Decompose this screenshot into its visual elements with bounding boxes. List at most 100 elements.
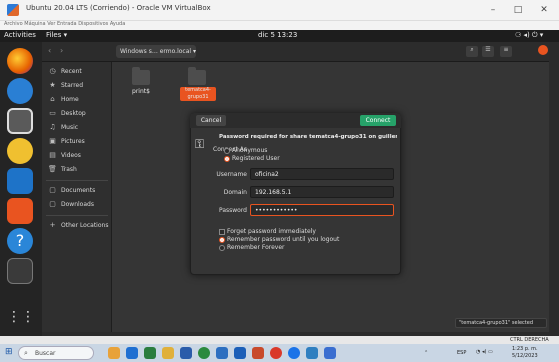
folder-icon[interactable] [188, 67, 206, 85]
terminal-icon[interactable] [7, 258, 33, 284]
edge-icon[interactable] [288, 347, 300, 359]
home-icon: ⌂ [50, 95, 55, 103]
virtualbox-icon [7, 4, 19, 16]
sidebar-item-desktop[interactable]: ▭ Desktop [42, 107, 112, 121]
radio-remember-forever[interactable] [219, 245, 225, 251]
star-icon: ★ [49, 81, 56, 89]
nautilus-headerbar: ‹ › Windows s… ermo.local ▾ ⌕ ☰ ≡ [42, 42, 549, 62]
show-apps-icon[interactable]: ⋮⋮ [7, 304, 35, 330]
taskbar-app-icon[interactable] [198, 347, 210, 359]
clock-icon: ◷ [49, 67, 56, 75]
sidebar-divider [46, 180, 108, 181]
chrome-icon[interactable] [270, 347, 282, 359]
places-sidebar: ◷ Recent ★ Starred ⌂ Home ▭ Desktop ♫ Music ▣… [42, 62, 112, 332]
documents-icon: ▢ [49, 186, 56, 194]
dock: ? ⋮⋮ [0, 42, 42, 336]
password-field[interactable]: •••••••••••• [250, 204, 394, 216]
forget-password-label: Forget password immediately [227, 228, 316, 235]
file-explorer-icon[interactable] [162, 347, 174, 359]
writer-icon[interactable] [7, 168, 33, 194]
tray-chevron-icon[interactable]: ⌃ [424, 350, 428, 356]
search-placeholder: Buscar [35, 350, 56, 357]
sidebar-divider [46, 215, 108, 216]
files-app-menu[interactable]: Files ▾ [46, 31, 67, 39]
connect-button[interactable]: Connect [360, 115, 396, 126]
desktop-icon: ▭ [49, 109, 56, 117]
window-close-icon[interactable] [538, 45, 548, 55]
password-label: Password [218, 207, 247, 214]
plus-icon: + [49, 221, 56, 229]
vbox-statusbar: CTRL DERECHA [0, 336, 559, 344]
firefox-icon[interactable] [7, 48, 33, 74]
sidebar-item-home[interactable]: ⌂ Home [42, 93, 112, 107]
thunderbird-icon[interactable] [7, 78, 33, 104]
anonymous-label: Anonymous [232, 147, 268, 154]
files-icon[interactable] [7, 108, 33, 134]
taskbar-app-icon[interactable] [216, 347, 228, 359]
language-indicator[interactable]: ESP [457, 350, 466, 356]
window-title: Ubuntu 20.04 LTS (Corriendo) - Oracle VM… [26, 4, 211, 12]
rhythmbox-icon[interactable] [7, 138, 33, 164]
taskbar-time[interactable]: 1:23 p. m. [512, 346, 538, 352]
search-icon: ⌕ [24, 349, 28, 357]
sidebar-item-documents[interactable]: ▢ Documents [42, 184, 112, 198]
sidebar-item-other-locations[interactable]: + Other Locations [42, 219, 112, 233]
host-key-label: CTRL DERECHA [510, 337, 549, 343]
registered-user-label: Registered User [232, 155, 280, 162]
taskbar-app-icon[interactable] [108, 347, 120, 359]
back-icon[interactable]: ‹ [48, 46, 51, 55]
dialog-title: Password required for share tematca4-gru… [219, 134, 397, 140]
sidebar-item-downloads[interactable]: ▢ Downloads [42, 198, 112, 212]
sidebar-item-starred[interactable]: ★ Starred [42, 79, 112, 93]
close-button[interactable]: ✕ [535, 3, 553, 17]
radio-remember-until-logout[interactable] [219, 237, 225, 243]
cancel-button[interactable]: Cancel [196, 115, 226, 126]
vbox-menu[interactable]: Archivo Máquina Ver Entrada Dispositivos… [4, 21, 125, 27]
username-label: Username [216, 171, 247, 178]
sidebar-item-recent[interactable]: ◷ Recent [42, 65, 112, 79]
folder-label-print[interactable]: print$ [124, 88, 158, 95]
taskbar-app-icon[interactable] [144, 347, 156, 359]
system-tray[interactable]: ⚆ ◂) ⏻ ▾ [515, 31, 543, 40]
taskbar-date[interactable]: 5/12/2023 [512, 353, 538, 359]
search-icon[interactable]: ⌕ [466, 46, 478, 57]
taskbar-app-icon[interactable] [324, 347, 336, 359]
sidebar-item-pictures[interactable]: ▣ Pictures [42, 135, 112, 149]
powerpoint-icon[interactable] [252, 347, 264, 359]
software-icon[interactable] [7, 198, 33, 224]
minimize-button[interactable]: – [484, 3, 502, 17]
taskbar-app-icon[interactable] [180, 347, 192, 359]
maximize-button[interactable]: □ [509, 3, 527, 17]
location-bar[interactable]: Windows s… ermo.local ▾ [116, 45, 196, 58]
virtualbox-taskbar-icon[interactable] [306, 347, 318, 359]
forward-icon[interactable]: › [60, 46, 63, 55]
videos-icon: ▤ [49, 151, 56, 159]
remember-forever-label: Remember Forever [227, 244, 285, 251]
trash-icon: 🗑 [48, 165, 57, 173]
taskbar-app-icon[interactable] [126, 347, 138, 359]
radio-anonymous[interactable] [224, 148, 230, 154]
clock[interactable]: dic 5 13:23 [258, 31, 297, 39]
wifi-icon[interactable]: ◔ ◂) ▭ [476, 349, 493, 355]
sidebar-item-music[interactable]: ♫ Music [42, 121, 112, 135]
username-field[interactable]: oficina2 [250, 168, 394, 180]
pictures-icon: ▣ [49, 137, 56, 145]
checkbox-forget-password[interactable] [219, 229, 225, 235]
radio-registered-user[interactable] [224, 156, 230, 162]
selection-status: "tematca4-grupo31" selected [455, 318, 547, 328]
ubuntu-topbar: Activities Files ▾ dic 5 13:23 ⚆ ◂) ⏻ ▾ [0, 30, 559, 42]
list-view-icon[interactable]: ☰ [482, 46, 494, 57]
folder-label-tematca4[interactable]: tematca4-grupo31 [180, 87, 216, 101]
remember-until-logout-label: Remember password until you logout [227, 236, 340, 243]
folder-icon[interactable] [132, 67, 150, 85]
menu-icon[interactable]: ≡ [500, 46, 512, 57]
sidebar-item-trash[interactable]: 🗑 Trash [42, 163, 112, 177]
help-icon[interactable]: ? [7, 228, 33, 254]
windows-start-icon[interactable]: ⊞ [5, 347, 15, 357]
music-icon: ♫ [49, 123, 56, 131]
domain-field[interactable]: 192.168.5.1 [250, 186, 394, 198]
activities-button[interactable]: Activities [4, 31, 36, 39]
sidebar-item-videos[interactable]: ▤ Videos [42, 149, 112, 163]
word-icon[interactable] [234, 347, 246, 359]
taskbar-search[interactable]: ⌕ Buscar [18, 346, 94, 360]
